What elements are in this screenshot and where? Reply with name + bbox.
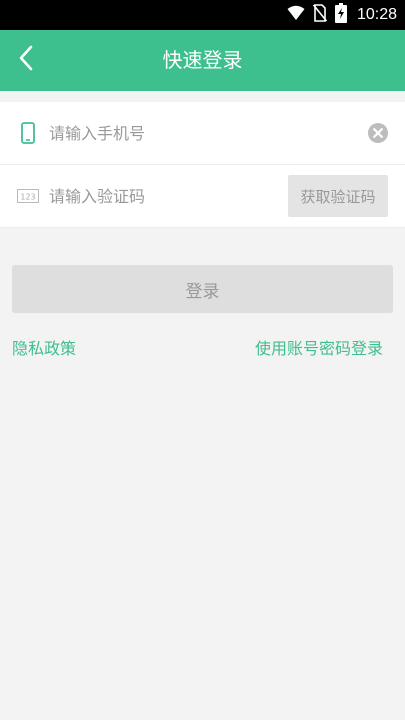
no-sim-icon xyxy=(312,4,328,26)
numeric-keypad-icon: 123 xyxy=(17,184,39,208)
app-bar: 快速登录 xyxy=(0,30,405,91)
keypad-icon-text: 123 xyxy=(20,193,35,202)
status-bar: 10:28 xyxy=(0,0,405,30)
wifi-icon xyxy=(287,5,305,25)
status-time: 10:28 xyxy=(356,6,397,23)
code-row: 123 获取验证码 xyxy=(0,165,405,228)
clear-circle-icon xyxy=(368,123,388,147)
phone-row xyxy=(0,102,405,165)
page-title: 快速登录 xyxy=(162,48,243,72)
phone-input[interactable] xyxy=(49,118,349,148)
password-login-link[interactable]: 使用账号密码登录 xyxy=(255,335,383,359)
login-form: 123 获取验证码 xyxy=(0,102,405,228)
battery-charging-icon xyxy=(334,3,347,27)
verification-code-input[interactable] xyxy=(49,181,269,211)
status-icons: 10:28 xyxy=(287,0,397,30)
get-code-button[interactable]: 获取验证码 xyxy=(288,175,388,217)
login-button[interactable]: 登录 xyxy=(12,265,393,313)
phone-icon xyxy=(17,121,39,145)
clear-phone-button[interactable] xyxy=(368,123,388,143)
privacy-policy-link[interactable]: 隐私政策 xyxy=(12,335,76,359)
